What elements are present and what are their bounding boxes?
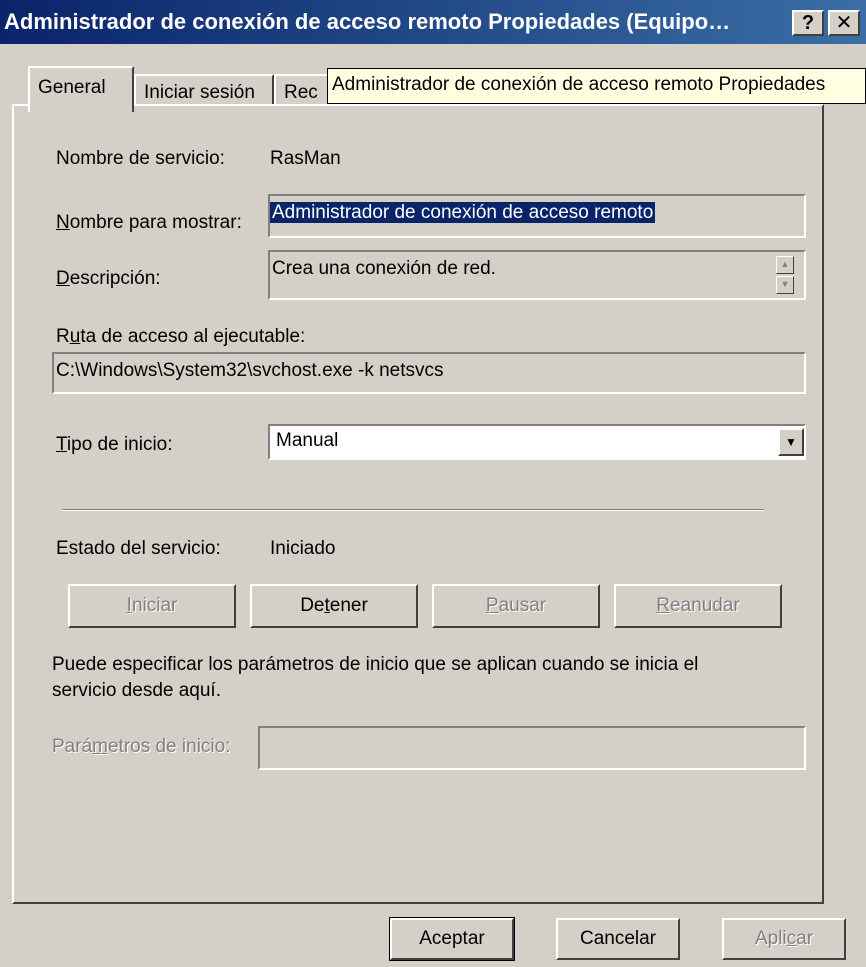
display-name-value: Administrador de conexión de acceso remo… [270,202,656,223]
service-status-label: Estado del servicio: [56,538,221,559]
help-text-line2: servicio desde aquí. [52,680,221,701]
help-button[interactable]: ? [792,10,824,36]
service-status-value: Iniciado [270,538,336,559]
properties-dialog: Administrador de conexión de acceso remo… [0,0,866,967]
executable-path-value: C:\Windows\System32\svchost.exe -k netsv… [56,360,444,381]
scroll-up-icon[interactable]: ▲ [776,256,794,274]
startup-type-select[interactable]: Manual [268,424,806,460]
description-value: Crea una conexión de red. [272,258,496,279]
scroll-down-icon[interactable]: ▼ [776,276,794,294]
start-button[interactable]: Iniciar [68,584,236,628]
cancel-button[interactable]: Cancelar [556,918,680,960]
apply-button[interactable]: Aplicar [722,918,846,960]
resume-button[interactable]: Reanudar [614,584,782,628]
startup-type-value: Manual [276,430,339,451]
help-text-line1: Puede especificar los parámetros de inic… [52,654,699,675]
pause-button[interactable]: Pausar [432,584,600,628]
service-name-value: RasMan [270,148,341,169]
separator [62,509,764,511]
display-name-field[interactable]: Administrador de conexión de acceso remo… [268,194,806,238]
close-button[interactable]: ✕ [828,10,860,36]
tooltip: Administrador de conexión de acceso remo… [327,68,866,104]
title-bar[interactable]: Administrador de conexión de acceso remo… [0,0,866,44]
service-name-label: Nombre de servicio: [56,148,225,169]
tab-general[interactable]: General [28,66,134,112]
description-field[interactable]: Crea una conexión de red. [268,250,806,300]
chevron-down-icon[interactable]: ▼ [778,428,804,456]
ok-button[interactable]: Aceptar [389,917,515,961]
executable-path-label: Ruta de acceso al ejecutable: [56,326,306,347]
executable-path-field[interactable]: C:\Windows\System32\svchost.exe -k netsv… [52,352,806,394]
startup-type-label: Tipo de inicio: [56,434,173,455]
stop-button[interactable]: Detener [250,584,418,628]
window-title: Administrador de conexión de acceso remo… [4,9,731,34]
display-name-label: Nombre para mostrar: [56,212,242,233]
startup-params-field[interactable] [258,726,806,770]
description-label: Descripción: [56,268,161,289]
startup-params-label: Parámetros de inicio: [52,736,231,757]
